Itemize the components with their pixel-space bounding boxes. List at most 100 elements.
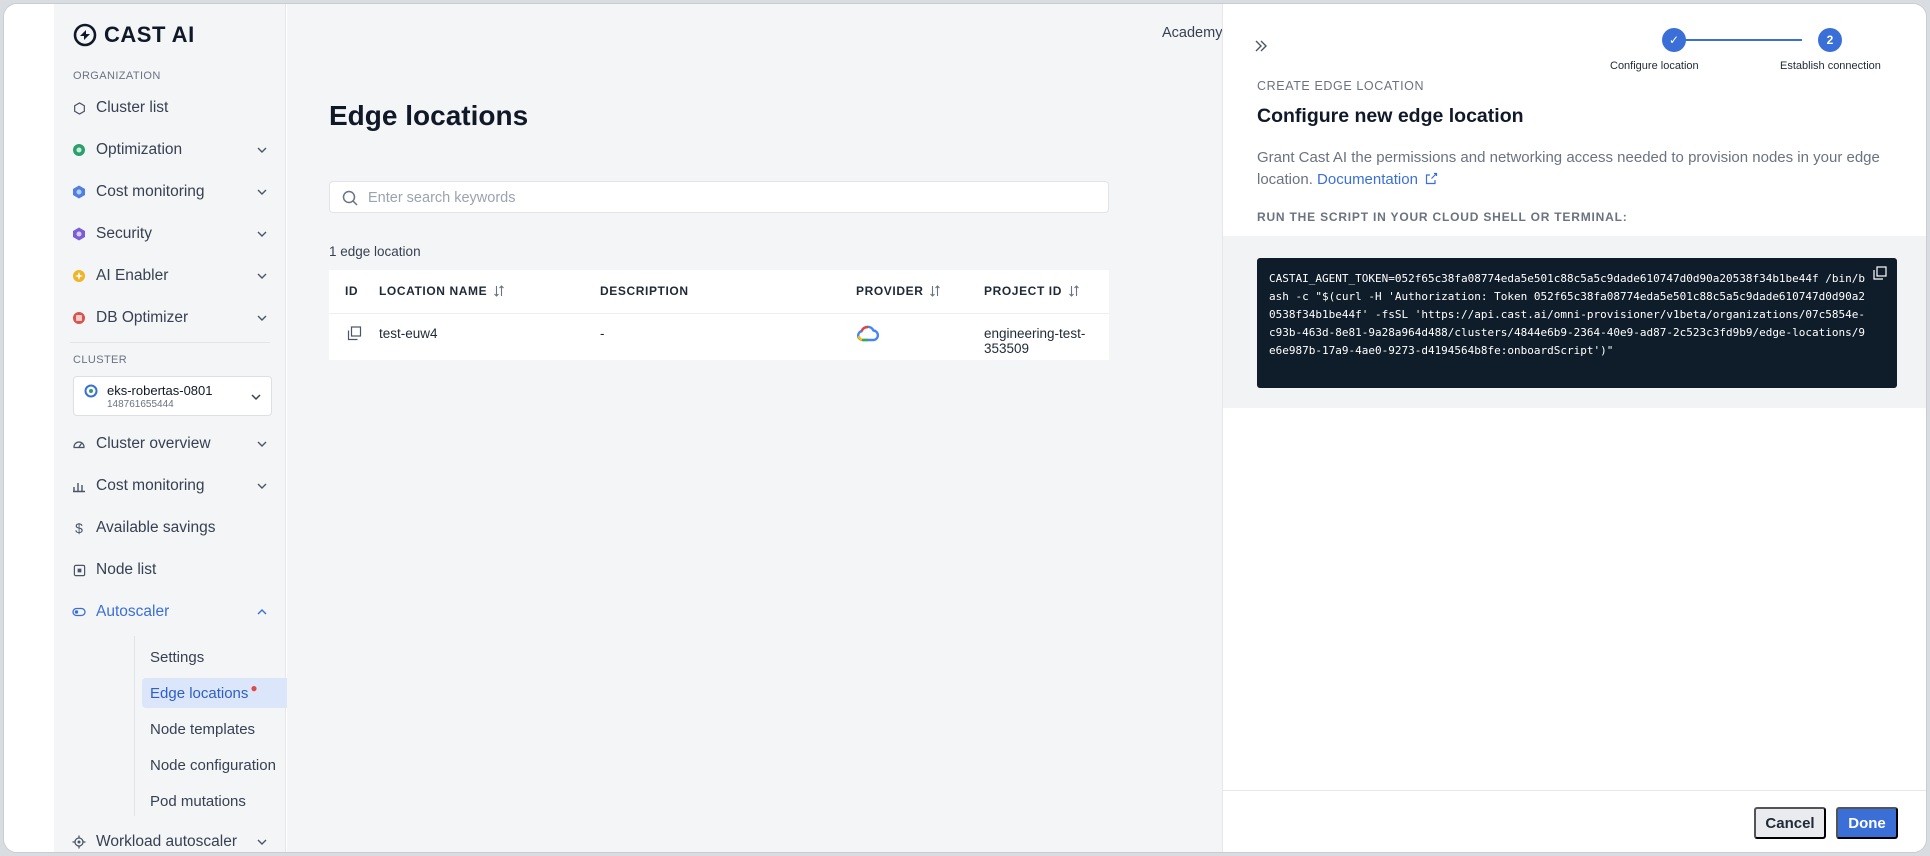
search-icon [342, 190, 358, 206]
sort-icon[interactable] [1068, 285, 1080, 297]
cost-monitoring-icon [72, 185, 86, 199]
step-1-label: Configure location [1610, 60, 1699, 72]
chevron-down-icon [251, 394, 261, 401]
sidebar-subitem-label: Pod mutations [150, 792, 246, 810]
cluster-id: 148761655444 [107, 399, 174, 410]
sidebar-item-node-list[interactable]: Node list [64, 553, 274, 587]
sidebar-item-db-optimizer[interactable]: DB Optimizer [64, 301, 274, 335]
edge-locations-table: ID LOCATION NAME DESCRIPTION PROVIDER PR… [329, 270, 1109, 360]
drawer-description: Grant Cast AI the permissions and networ… [1257, 147, 1897, 191]
drawer-footer-divider [1223, 790, 1926, 791]
cluster-icon [84, 384, 98, 398]
chevron-down-icon [257, 441, 267, 447]
documentation-link[interactable]: Documentation [1317, 171, 1438, 188]
copy-icon[interactable] [1873, 266, 1887, 280]
optimization-icon [72, 143, 86, 157]
hexagon-icon [72, 101, 86, 115]
code-section: CASTAI_AGENT_TOKEN=052f65c38fa08774eda5e… [1223, 236, 1926, 408]
sidebar-item-available-savings[interactable]: $ Available savings [64, 511, 274, 545]
collapse-drawer-icon[interactable] [1253, 38, 1269, 54]
stepper-connector [1674, 39, 1802, 41]
page-title: Edge locations [329, 100, 529, 131]
sidebar-divider [70, 342, 270, 343]
academy-link[interactable]: Academy [1162, 25, 1222, 41]
column-header-description: DESCRIPTION [600, 284, 689, 298]
done-button[interactable]: Done [1836, 807, 1898, 839]
sidebar-item-ai-enabler[interactable]: AI Enabler [64, 259, 274, 293]
google-cloud-icon [857, 325, 880, 342]
chevron-up-icon [257, 609, 267, 615]
sidebar-item-label: Security [96, 225, 152, 242]
sidebar-item-cluster-list[interactable]: Cluster list [64, 91, 274, 125]
sidebar-item-label: Cluster list [96, 99, 169, 116]
sidebar: CAST AI ORGANIZATION Cluster list Optimi… [54, 4, 324, 852]
autoscaler-icon [72, 605, 86, 619]
search-input[interactable] [368, 187, 1068, 209]
sidebar-item-label: AI Enabler [96, 267, 169, 284]
cell-description: - [600, 326, 605, 341]
ai-enabler-icon [72, 269, 86, 283]
sidebar-item-cost-monitoring[interactable]: Cost monitoring [64, 175, 274, 209]
cluster-selector[interactable]: eks-robertas-0801 148761655444 [73, 376, 272, 416]
search-box[interactable] [329, 181, 1109, 213]
gear-icon [72, 835, 86, 849]
script-code-block[interactable]: CASTAI_AGENT_TOKEN=052f65c38fa08774eda5e… [1257, 258, 1897, 388]
result-count: 1 edge location [329, 244, 421, 259]
sidebar-subitem-label: Node configuration [150, 756, 276, 774]
sidebar-item-label: Node list [96, 561, 157, 578]
external-link-icon [1426, 172, 1438, 185]
chevron-down-icon [257, 231, 267, 237]
chevron-down-icon [257, 189, 267, 195]
sidebar-item-cost-monitoring-cluster[interactable]: Cost monitoring [64, 469, 274, 503]
logo[interactable]: CAST AI [73, 22, 195, 48]
new-badge-dot: ● [250, 681, 258, 695]
sort-icon[interactable] [493, 285, 505, 297]
sidebar-item-autoscaler[interactable]: Autoscaler [64, 595, 274, 629]
column-header-provider[interactable]: PROVIDER [856, 284, 941, 298]
outer-margin [4, 4, 54, 852]
run-script-label: RUN THE SCRIPT IN YOUR CLOUD SHELL OR TE… [1257, 210, 1628, 224]
sidebar-item-label: Workload autoscaler [96, 833, 238, 850]
column-header-id: ID [345, 284, 359, 298]
cancel-button[interactable]: Cancel [1754, 807, 1826, 839]
cluster-label: CLUSTER [73, 354, 128, 366]
script-text[interactable]: CASTAI_AGENT_TOKEN=052f65c38fa08774eda5e… [1269, 270, 1869, 360]
app-window: CAST AI ORGANIZATION Cluster list Optimi… [3, 3, 1927, 853]
column-header-project-id[interactable]: PROJECT ID [984, 284, 1080, 298]
chevron-down-icon [257, 315, 267, 321]
step-2-label: Establish connection [1780, 60, 1881, 72]
sidebar-item-label: Available savings [96, 519, 216, 536]
chevron-down-icon [257, 483, 267, 489]
drawer-title: Configure new edge location [1257, 105, 1524, 127]
create-edge-location-drawer: ✓ 2 Configure location Establish connect… [1222, 4, 1926, 852]
sidebar-item-label: DB Optimizer [96, 309, 189, 326]
column-header-location-name[interactable]: LOCATION NAME [379, 284, 505, 298]
sidebar-item-cluster-overview[interactable]: Cluster overview [64, 427, 274, 461]
cast-ai-logo-icon [73, 23, 97, 47]
table-header-divider [329, 313, 1109, 314]
submenu-rail [134, 636, 135, 816]
sidebar-item-optimization[interactable]: Optimization [64, 133, 274, 167]
sidebar-item-label: Cost monitoring [96, 477, 205, 494]
copy-icon[interactable] [347, 326, 362, 341]
gauge-icon [72, 437, 86, 451]
sidebar-item-security[interactable]: Security [64, 217, 274, 251]
dollar-icon: $ [75, 520, 83, 536]
sidebar-subitem-label: Node templates [150, 720, 256, 738]
sort-icon[interactable] [929, 285, 941, 297]
organization-label: ORGANIZATION [73, 70, 161, 82]
sidebar-subitem-label: Settings [150, 648, 205, 666]
bar-chart-icon [72, 479, 86, 493]
sidebar-item-label: Cluster overview [96, 435, 211, 452]
cell-location-name: test-euw4 [379, 326, 438, 341]
cell-project-id: engineering-test-353509 [984, 326, 1086, 356]
step-1-complete-check-icon: ✓ [1662, 28, 1686, 52]
sidebar-item-workload-autoscaler[interactable]: Workload autoscaler [64, 825, 274, 852]
brand-name: CAST AI [104, 22, 195, 47]
sidebar-item-label: Cost monitoring [96, 183, 205, 200]
chevron-down-icon [257, 147, 267, 153]
chevron-down-icon [257, 273, 267, 279]
drawer-overline: CREATE EDGE LOCATION [1257, 79, 1425, 93]
sidebar-subitem-label: Edge locations [150, 684, 249, 702]
sidebar-item-label: Autoscaler [96, 603, 170, 620]
